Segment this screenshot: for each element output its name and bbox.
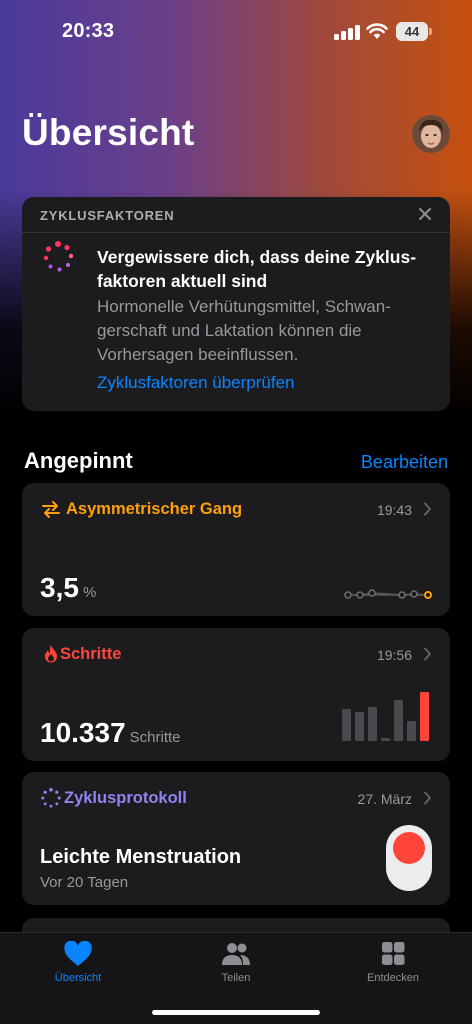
cellular-signal-icon xyxy=(334,24,360,40)
profile-avatar[interactable] xyxy=(412,115,450,153)
tab-sharing[interactable]: Teilen xyxy=(176,941,296,984)
heart-icon xyxy=(64,941,92,966)
page-title: Übersicht xyxy=(22,112,195,153)
gait-asymmetry-icon xyxy=(42,501,60,518)
steps-time: 19:56 xyxy=(376,647,412,663)
steps-value: 10.337 Schritte xyxy=(40,717,181,749)
chevron-right-icon xyxy=(424,502,431,516)
cycle-day-indicator xyxy=(386,825,432,891)
chevron-right-icon xyxy=(424,791,431,805)
gait-sparkline xyxy=(344,589,432,599)
cycle-log-date: 27. März xyxy=(357,791,412,807)
cycle-factors-card: ZYKLUSFAKTOREN Vergewissere dich, dass d… xyxy=(22,197,450,411)
steps-bar xyxy=(407,721,416,741)
steps-bar xyxy=(368,707,377,741)
period-dot xyxy=(393,832,425,864)
grid-icon xyxy=(382,942,405,965)
cycle-log-title: Leichte Menstruation xyxy=(40,846,242,868)
flame-icon xyxy=(45,645,57,663)
wifi-icon xyxy=(366,23,388,39)
battery-level: 44 xyxy=(396,22,428,41)
gait-value-unit: % xyxy=(82,584,97,601)
battery-icon: 44 xyxy=(396,22,432,41)
steps-bar xyxy=(420,692,429,741)
avatar-image xyxy=(412,115,450,153)
review-cycle-factors-link[interactable]: Zyklusfaktoren überprüfen xyxy=(97,373,295,393)
people-icon xyxy=(222,943,250,965)
tab-sharing-label: Teilen xyxy=(221,972,251,984)
cycle-factors-title: Vergewissere dich, dass deine Zyklus-fak… xyxy=(97,247,417,291)
gait-value-number: 3,5 xyxy=(40,572,79,603)
steps-bar-chart xyxy=(342,689,432,741)
close-icon[interactable] xyxy=(418,207,432,221)
steps-bar xyxy=(394,700,403,741)
pinned-section-title: Angepinnt xyxy=(24,448,133,473)
cycle-log-label: Zyklusprotokoll xyxy=(64,789,187,807)
steps-value-unit: Schritte xyxy=(129,729,181,746)
steps-bar xyxy=(381,738,390,741)
tab-summary[interactable]: Übersicht xyxy=(18,941,138,984)
steps-card[interactable]: Schritte 19:56 10.337 Schritte xyxy=(22,628,450,761)
gait-time: 19:43 xyxy=(376,502,412,518)
cycle-factors-text: Hormonelle Verhütungsmittel, Schwan-gers… xyxy=(97,297,391,364)
gait-value: 3,5% xyxy=(40,572,96,604)
gait-asymmetry-card[interactable]: Asymmetrischer Gang 19:43 3,5% xyxy=(22,483,450,616)
steps-bar xyxy=(355,712,364,741)
cycle-tracking-icon xyxy=(43,241,74,272)
cycle-log-icon xyxy=(41,788,61,808)
tab-browse-label: Entdecken xyxy=(367,972,419,984)
cycle-log-subtitle: Vor 20 Tagen xyxy=(40,874,129,891)
home-indicator[interactable] xyxy=(152,1010,320,1015)
steps-value-number: 10.337 xyxy=(40,717,126,748)
chevron-right-icon xyxy=(424,647,431,661)
gait-label: Asymmetrischer Gang xyxy=(66,500,243,518)
status-time: 20:33 xyxy=(62,20,115,42)
steps-bar xyxy=(342,709,351,741)
edit-button[interactable]: Bearbeiten xyxy=(361,452,448,473)
cycle-factors-header-label: ZYKLUSFAKTOREN xyxy=(40,208,175,223)
cycle-factors-header: ZYKLUSFAKTOREN xyxy=(22,197,450,233)
steps-label: Schritte xyxy=(60,645,122,663)
tab-browse[interactable]: Entdecken xyxy=(333,941,453,984)
status-bar: 20:33 44 xyxy=(0,0,472,64)
tab-summary-label: Übersicht xyxy=(54,972,102,984)
cycle-log-card[interactable]: Zyklusprotokoll 27. März Leichte Menstru… xyxy=(22,772,450,905)
